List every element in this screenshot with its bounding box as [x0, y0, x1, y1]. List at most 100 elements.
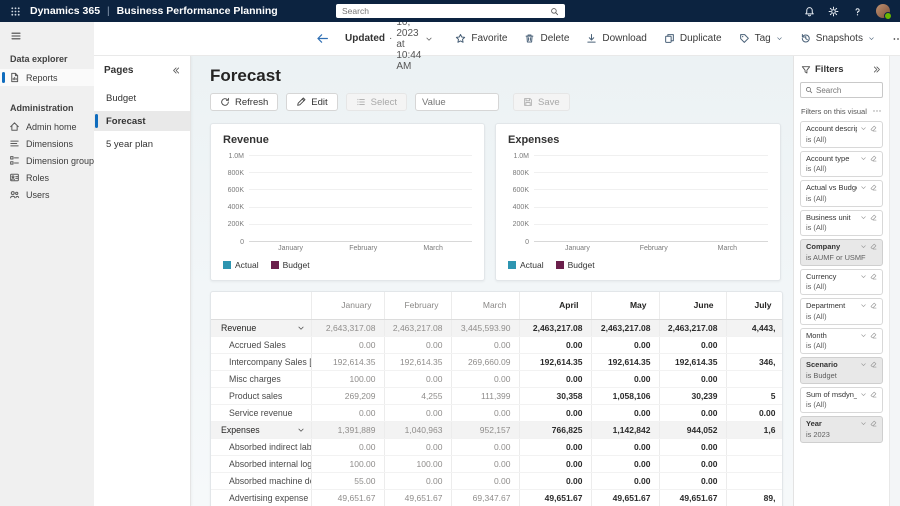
- help-icon[interactable]: [852, 6, 863, 17]
- filter-card-sum-of-msdyn-amount[interactable]: Sum of msdyn_amount is (All): [800, 387, 883, 414]
- table-cell: 0.00: [591, 370, 659, 387]
- cmd-action-tag[interactable]: Tag: [739, 33, 783, 44]
- chevron-down-icon[interactable]: [860, 332, 867, 339]
- table-cell: [726, 336, 783, 353]
- chevron-down-icon[interactable]: [860, 214, 867, 221]
- global-search-input[interactable]: [342, 6, 546, 16]
- chevron-down-icon[interactable]: [860, 420, 867, 427]
- eraser-icon[interactable]: [870, 214, 877, 221]
- select-button[interactable]: Select: [346, 93, 407, 111]
- x-axis-label: February: [349, 245, 377, 252]
- row-collapse-chevron-icon[interactable]: [297, 426, 305, 434]
- hamburger-menu-icon[interactable]: [0, 27, 32, 46]
- eraser-icon[interactable]: [870, 420, 877, 427]
- eraser-icon[interactable]: [870, 361, 877, 368]
- chevron-down-icon[interactable]: [860, 391, 867, 398]
- collapse-left-icon[interactable]: [171, 66, 180, 75]
- filter-value: is 2023: [806, 430, 877, 439]
- eraser-icon[interactable]: [870, 332, 877, 339]
- sidebar-item-reports[interactable]: Reports: [0, 69, 94, 86]
- filter-funnel-icon: [801, 65, 811, 75]
- filter-card-scenario[interactable]: Scenario is Budget: [800, 357, 883, 384]
- filter-name: Actual vs Budget: [806, 183, 857, 192]
- y-axis: 0200K400K600K800K1.0M: [508, 156, 534, 242]
- page-title: Forecast: [210, 66, 793, 86]
- filter-card-currency[interactable]: Currency is (All): [800, 269, 883, 296]
- filter-value: is AUMF or USMF: [806, 253, 877, 262]
- table-cell: 2,463,217.08: [591, 319, 659, 336]
- page-item-forecast[interactable]: Forecast: [94, 111, 190, 131]
- eraser-icon[interactable]: [870, 184, 877, 191]
- y-tick-label: 400K: [228, 204, 244, 211]
- chevron-down-icon[interactable]: [860, 184, 867, 191]
- sidebar-item-dimension-groups[interactable]: Dimension groups: [0, 152, 94, 169]
- cmd-action-favorite[interactable]: Favorite: [455, 33, 507, 44]
- more-options-icon[interactable]: [872, 106, 882, 116]
- back-arrow-icon[interactable]: [316, 32, 329, 45]
- sidebar-item-roles[interactable]: Roles: [0, 169, 94, 186]
- table-cell: 952,157: [451, 421, 519, 438]
- eraser-icon[interactable]: [870, 302, 877, 309]
- chevron-down-icon[interactable]: [860, 273, 867, 280]
- filter-card-month[interactable]: Month is (All): [800, 328, 883, 355]
- user-avatar[interactable]: [876, 4, 890, 18]
- x-axis: JanuaryFebruaryMarch: [249, 245, 472, 252]
- filter-name: Sum of msdyn_amount: [806, 390, 857, 399]
- cmd-action-duplicate[interactable]: Duplicate: [664, 33, 722, 44]
- chevron-down-icon[interactable]: [860, 125, 867, 132]
- legend-label: Actual: [235, 260, 259, 270]
- table-cell: 0.00: [384, 438, 451, 455]
- cmd-action-snapshots[interactable]: Snapshots: [800, 33, 875, 44]
- chevron-down-icon: [776, 35, 783, 42]
- cmd-action-download[interactable]: Download: [586, 33, 646, 44]
- chevron-down-icon[interactable]: [860, 302, 867, 309]
- table-cell: 0.00: [726, 404, 783, 421]
- eraser-icon[interactable]: [870, 273, 877, 280]
- sidebar-item-admin-home[interactable]: Admin home: [0, 118, 94, 135]
- filter-value: is (All): [806, 400, 877, 409]
- page-item-5-year-plan[interactable]: 5 year plan: [94, 134, 190, 154]
- filters-search[interactable]: [800, 82, 883, 98]
- row-collapse-chevron-icon[interactable]: [297, 324, 305, 332]
- global-search[interactable]: [336, 4, 565, 18]
- table-cell: 1,391,889: [311, 421, 384, 438]
- filter-card-account-type[interactable]: Account type is (All): [800, 151, 883, 178]
- table-row-absorbed-internal-logisti: Absorbed internal logisti… 100.00100.000…: [211, 455, 783, 472]
- filter-card-account-description[interactable]: Account description is (All): [800, 121, 883, 148]
- eraser-icon[interactable]: [870, 243, 877, 250]
- filter-name: Account type: [806, 154, 857, 163]
- table-cell: 269,660.09: [451, 353, 519, 370]
- table-row-expenses[interactable]: Expenses 1,391,8891,040,963952,157766,82…: [211, 421, 783, 438]
- waffle-icon[interactable]: [10, 6, 21, 17]
- table-cell: 0.00: [451, 455, 519, 472]
- chevron-down-icon[interactable]: [860, 361, 867, 368]
- sidebar-item-dimensions[interactable]: Dimensions: [0, 135, 94, 152]
- chevron-down-icon[interactable]: [860, 155, 867, 162]
- refresh-button[interactable]: Refresh: [210, 93, 278, 111]
- save-button[interactable]: Save: [513, 93, 570, 111]
- value-input[interactable]: [415, 93, 499, 111]
- edit-button[interactable]: Edit: [286, 93, 337, 111]
- filter-card-year[interactable]: Year is 2023: [800, 416, 883, 443]
- filter-card-department[interactable]: Department is (All): [800, 298, 883, 325]
- x-axis-label: January: [278, 245, 303, 252]
- settings-gear-icon[interactable]: [828, 6, 839, 17]
- eraser-icon[interactable]: [870, 125, 877, 132]
- filter-card-business-unit[interactable]: Business unit is (All): [800, 210, 883, 237]
- filter-card-actual-vs-budget[interactable]: Actual vs Budget is (All): [800, 180, 883, 207]
- page-item-budget[interactable]: Budget: [94, 88, 190, 108]
- chevron-down-icon: [868, 35, 875, 42]
- eraser-icon[interactable]: [870, 391, 877, 398]
- notifications-bell-icon[interactable]: [804, 6, 815, 17]
- table-row-revenue[interactable]: Revenue 2,643,317.082,463,217.083,445,59…: [211, 319, 783, 336]
- page-scroll-gutter[interactable]: [889, 56, 900, 506]
- collapse-right-icon[interactable]: [873, 65, 882, 74]
- more-actions-button[interactable]: [892, 33, 900, 45]
- sidebar-item-users[interactable]: Users: [0, 186, 94, 203]
- filter-value: is (All): [806, 282, 877, 291]
- filters-search-input[interactable]: [816, 86, 878, 95]
- chevron-down-icon[interactable]: [860, 243, 867, 250]
- eraser-icon[interactable]: [870, 155, 877, 162]
- cmd-action-delete[interactable]: Delete: [524, 33, 569, 44]
- filter-card-company[interactable]: Company is AUMF or USMF: [800, 239, 883, 266]
